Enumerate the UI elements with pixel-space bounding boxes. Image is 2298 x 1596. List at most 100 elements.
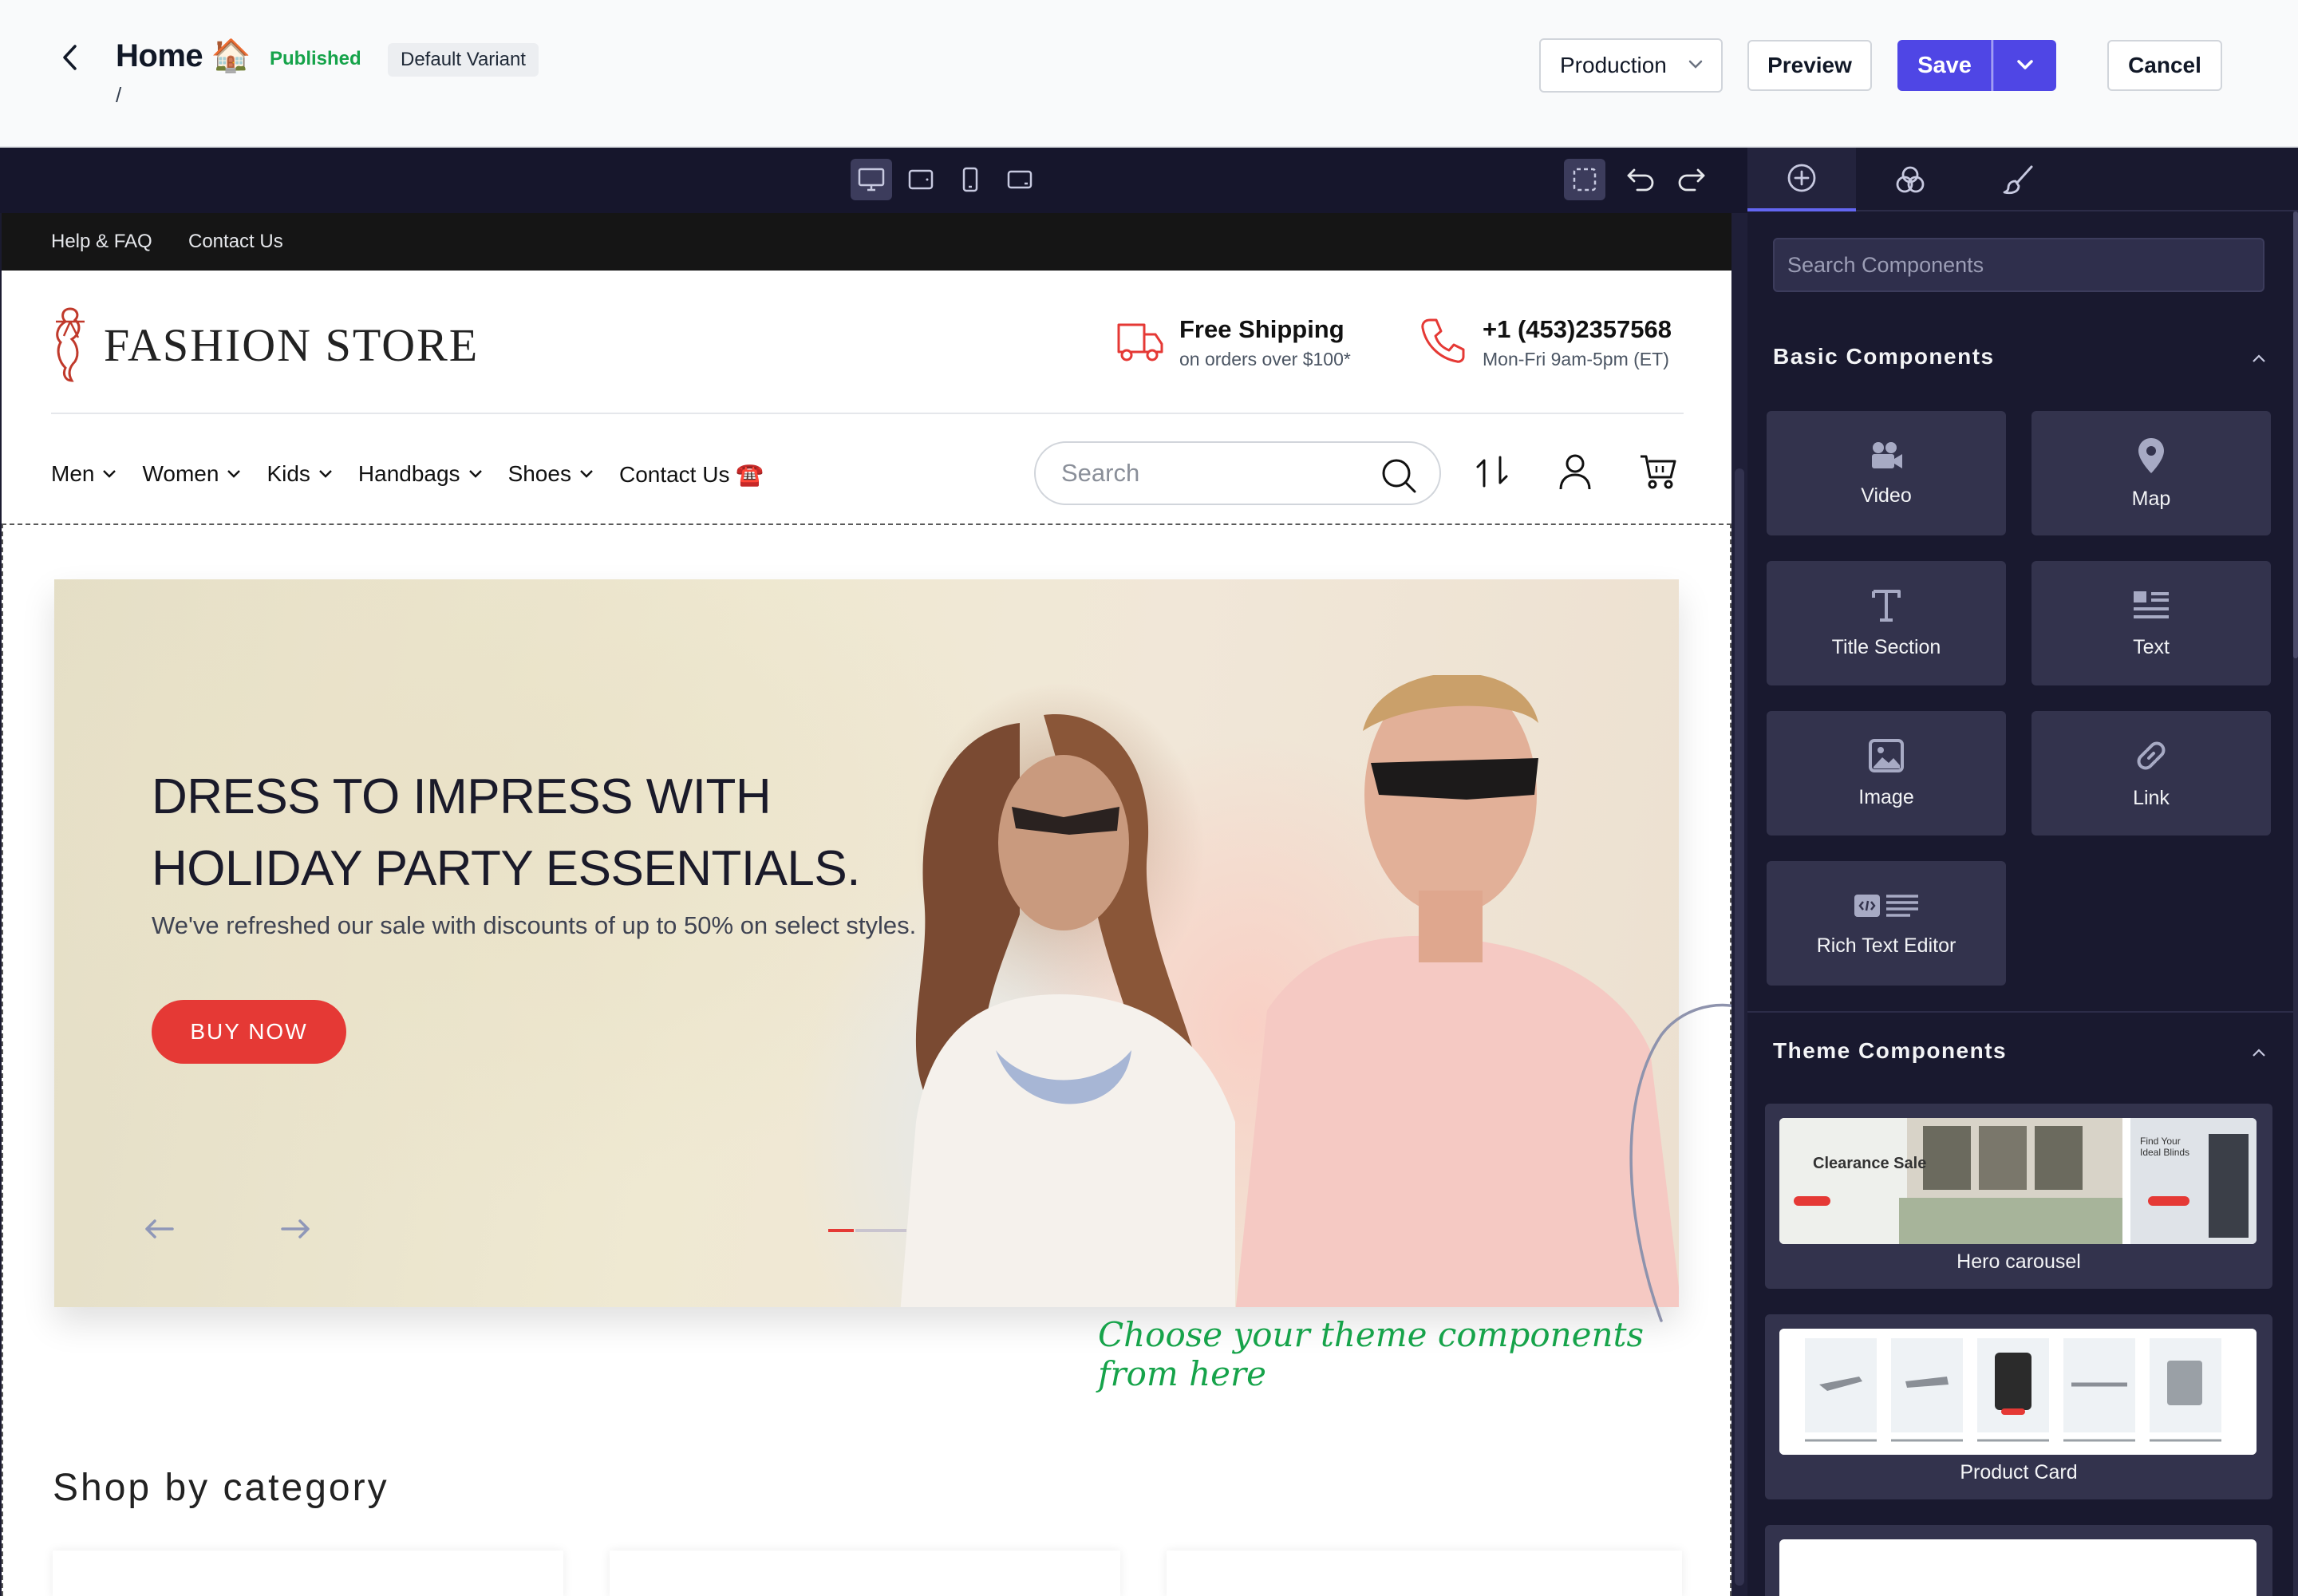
image-icon: [1869, 738, 1904, 772]
chevron-up-icon[interactable]: [2252, 354, 2266, 363]
hero-image: [900, 675, 1679, 1307]
device-desktop-button[interactable]: [851, 159, 892, 200]
component-video[interactable]: Video: [1767, 411, 2006, 535]
component-title-section[interactable]: Title Section: [1767, 561, 2006, 685]
theme-component-label: Hero carousel: [1956, 1250, 2081, 1273]
tablet-icon: [908, 169, 934, 190]
hero-title-line: HOLIDAY PARTY ESSENTIALS.: [152, 841, 860, 896]
category-card[interactable]: [610, 1551, 1120, 1596]
theme-component-product-card[interactable]: Product Card: [1765, 1314, 2272, 1499]
save-button[interactable]: Save: [1897, 40, 1992, 91]
layers-icon: [1896, 166, 1925, 193]
cart-icon: [1641, 455, 1676, 489]
category-card[interactable]: [53, 1551, 563, 1596]
help-faq-link[interactable]: Help & FAQ: [51, 231, 152, 253]
contact-us-link[interactable]: Contact Us: [188, 231, 283, 253]
account-button[interactable]: [1553, 449, 1597, 494]
store-logo-icon: [56, 307, 85, 382]
canvas-scrollbar[interactable]: [1731, 213, 1747, 1596]
chevron-down-icon: [468, 470, 482, 478]
component-link[interactable]: Link: [2031, 711, 2271, 836]
sidebar-scrollbar-thumb[interactable]: [2293, 211, 2298, 658]
store-nav: Men Women Kids Handbags Shoes Contact Us…: [51, 454, 789, 494]
chevron-up-icon[interactable]: [2252, 1048, 2266, 1057]
components-sidebar: Basic Components Video Map Title Section…: [1747, 148, 2298, 1596]
chevron-down-icon: [580, 470, 593, 478]
theme-component-card[interactable]: [1765, 1525, 2272, 1596]
preview-button[interactable]: Preview: [1747, 40, 1872, 91]
component-search-input[interactable]: [1773, 238, 2264, 292]
nav-item-men[interactable]: Men: [51, 461, 116, 487]
store-header: FASHION STORE Free Shipping on orders ov…: [2, 271, 1731, 422]
editor-topbar: Home 🏠 Published Default Variant / Produ…: [0, 0, 2298, 148]
carousel-indicator[interactable]: [828, 1227, 908, 1234]
theme-components-title[interactable]: Theme Components: [1773, 1038, 2007, 1064]
status-badge: Published: [270, 48, 361, 69]
chevron-down-icon: [103, 470, 116, 478]
add-icon: [1787, 164, 1816, 192]
chevron-down-icon: [227, 470, 241, 478]
back-button[interactable]: [54, 41, 86, 73]
component-rich-text-editor[interactable]: Rich Text Editor: [1767, 861, 2006, 986]
nav-item-handbags[interactable]: Handbags: [358, 461, 483, 487]
sidebar-tabs: [1747, 148, 2298, 211]
thumb-aside: Find Your Ideal Blinds: [2140, 1136, 2190, 1158]
hero-subtitle: We've refreshed our sale with discounts …: [152, 911, 917, 939]
hero-carousel[interactable]: DRESS TO IMPRESS WITH HOLIDAY PARTY ESSE…: [54, 579, 1679, 1307]
select-mode-button[interactable]: [1564, 159, 1605, 200]
environment-select[interactable]: Production: [1539, 38, 1723, 93]
canvas-scrollbar-thumb[interactable]: [1735, 468, 1744, 1586]
store-utility-bar: Help & FAQ Contact Us: [2, 213, 1731, 271]
selection-icon: [1573, 168, 1597, 192]
sidebar-scrollbar[interactable]: [2293, 211, 2298, 1596]
shipping-title: Free Shipping: [1179, 315, 1344, 343]
arrow-right-icon[interactable]: [279, 1218, 311, 1240]
basic-components-title[interactable]: Basic Components: [1773, 344, 1995, 369]
undo-button[interactable]: [1620, 159, 1661, 200]
store-logo[interactable]: FASHION STORE: [104, 318, 479, 372]
component-text[interactable]: Text: [2031, 561, 2271, 685]
shop-by-category-title: Shop by category: [53, 1467, 389, 1509]
cart-button[interactable]: [1636, 449, 1680, 494]
tab-layers[interactable]: [1856, 148, 1964, 211]
component-map[interactable]: Map: [2031, 411, 2271, 535]
shipping-subtitle: on orders over $100*: [1179, 349, 1351, 369]
chevron-left-icon: [63, 45, 77, 70]
cancel-button[interactable]: Cancel: [2107, 40, 2222, 91]
redo-button[interactable]: [1671, 159, 1712, 200]
phone-number[interactable]: +1 (453)2357568: [1483, 315, 1672, 344]
save-options-button[interactable]: [1992, 40, 2056, 91]
theme-component-hero-carousel[interactable]: Clearance Sale Find Your Ideal Blinds He…: [1765, 1104, 2272, 1289]
device-mobile-button[interactable]: [950, 159, 991, 200]
buy-now-button[interactable]: BUY NOW: [152, 1000, 346, 1064]
rich-text-icon: [1854, 894, 1918, 917]
store-search-placeholder: Search: [1061, 459, 1140, 487]
theme-component-thumbnail: [1779, 1539, 2257, 1596]
thumb-heading: Clearance Sale: [1813, 1155, 1927, 1172]
nav-item-women[interactable]: Women: [142, 461, 241, 487]
category-card[interactable]: [1167, 1551, 1682, 1596]
device-tablet-button[interactable]: [900, 159, 942, 200]
tab-styles[interactable]: [1964, 148, 2073, 211]
hero-title-line: DRESS TO IMPRESS WITH: [152, 769, 772, 824]
canvas-toolbar: [0, 148, 1747, 213]
device-tablet-landscape-button[interactable]: [999, 159, 1040, 200]
search-icon[interactable]: [1380, 457, 1417, 494]
store-search-input[interactable]: Search: [1034, 441, 1441, 505]
nav-item-label: Shoes: [507, 461, 571, 486]
nav-item-kids[interactable]: Kids: [267, 461, 332, 487]
nav-item-contact[interactable]: Contact Us ☎️: [619, 461, 764, 488]
arrow-left-icon[interactable]: [144, 1218, 176, 1240]
section-divider: [1747, 1011, 2298, 1013]
compare-button[interactable]: [1470, 449, 1514, 494]
tab-add-components[interactable]: [1747, 148, 1856, 211]
variant-badge[interactable]: Default Variant: [388, 43, 539, 77]
component-label: Title Section: [1831, 635, 1941, 658]
phone-info: +1 (453)2357568 Mon-Fri 9am-5pm (ET): [1483, 315, 1672, 370]
chevron-down-icon: [2017, 60, 2033, 69]
annotation-text: Choose your theme components from here: [1098, 1315, 1645, 1393]
video-icon: [1872, 441, 1902, 468]
nav-item-shoes[interactable]: Shoes: [508, 461, 594, 487]
component-image[interactable]: Image: [1767, 711, 2006, 836]
hero-title: DRESS TO IMPRESS WITH HOLIDAY PARTY ESSE…: [152, 761, 860, 905]
